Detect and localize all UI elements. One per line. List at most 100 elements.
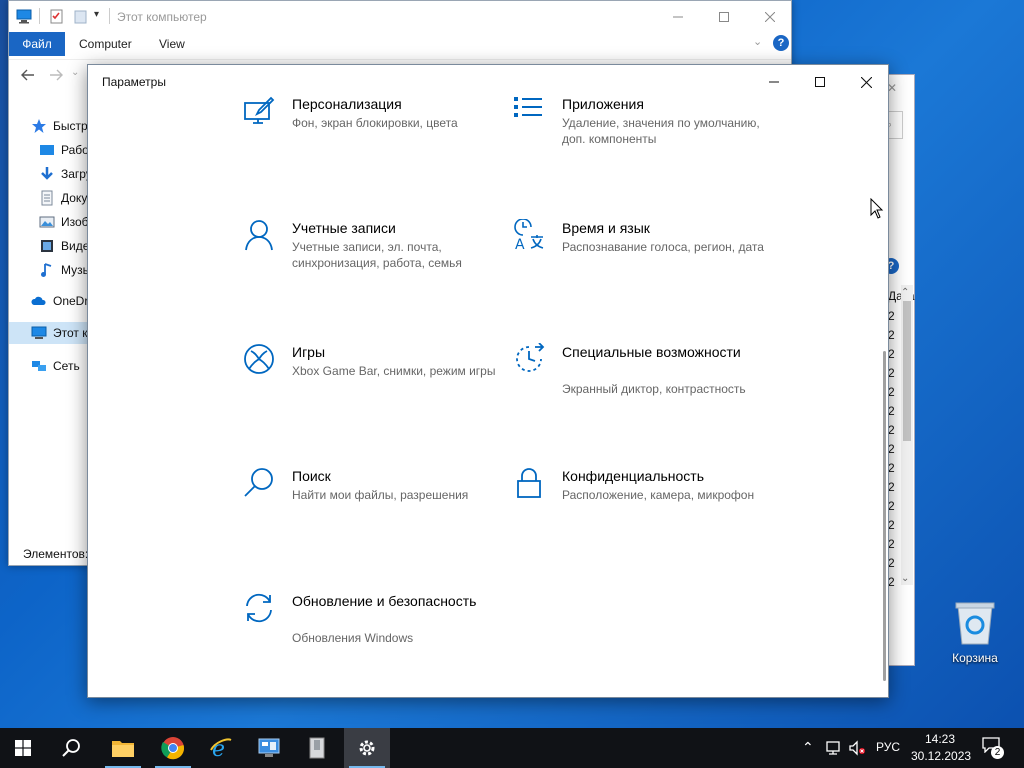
date-cell: 2: [888, 423, 895, 437]
divider: [39, 8, 40, 24]
settings-scrollbar[interactable]: [883, 351, 886, 681]
properties-icon[interactable]: [49, 9, 65, 24]
close-button[interactable]: [747, 1, 793, 32]
help-icon[interactable]: ?: [773, 35, 789, 51]
date-cell: 2: [888, 328, 895, 342]
document-icon: [41, 190, 53, 206]
search-button[interactable]: [49, 728, 95, 768]
taskbar-internet-explorer[interactable]: e: [198, 728, 244, 768]
accounts-icon: [245, 220, 273, 251]
recent-locations-icon[interactable]: ⌄: [71, 67, 79, 78]
settings-tile-privacy[interactable]: Конфиденциальность Расположение, камера,…: [513, 467, 754, 527]
taskbar: e ⌃ РУС 14:23 30.12.2023 2: [0, 728, 1024, 768]
date-cell: 2: [888, 366, 895, 380]
start-button[interactable]: [0, 728, 46, 768]
svg-text:A: A: [515, 237, 525, 251]
clock-time[interactable]: 14:23: [925, 732, 955, 746]
taskbar-archiver[interactable]: [294, 728, 340, 768]
tile-description: Расположение, камера, микрофон: [562, 488, 755, 502]
settings-tile-update-security[interactable]: Обновление и безопасность Обновления Win…: [243, 592, 483, 652]
scrollbar[interactable]: ⌃ ⌄: [901, 285, 913, 585]
windows-logo-icon: [15, 740, 31, 756]
tab-computer[interactable]: Computer: [79, 37, 132, 51]
new-folder-icon[interactable]: [73, 9, 89, 24]
desktop-icon-recycle-bin[interactable]: Корзина: [942, 600, 1008, 665]
settings-tile-time-language[interactable]: A Время и язык Распознавание голоса, рег…: [513, 219, 764, 279]
minimize-icon: [673, 16, 683, 17]
scroll-up-icon[interactable]: ⌃: [901, 287, 909, 298]
computer-icon: [31, 326, 47, 339]
settings-tile-accessibility[interactable]: Специальные возможности Экранный диктор,…: [513, 343, 753, 421]
clock-date[interactable]: 30.12.2023: [911, 749, 971, 763]
settings-tile-personalization[interactable]: Персонализация Фон, экран блокировки, цв…: [243, 95, 483, 155]
tile-description: Учетные записи, эл. почта, синхронизация…: [292, 240, 462, 270]
settings-title: Параметры: [102, 75, 166, 89]
date-cell: 2: [888, 518, 895, 532]
tile-name: Конфиденциальность: [562, 468, 705, 484]
explorer-title: Этот компьютер: [117, 10, 207, 24]
tab-file[interactable]: Файл: [9, 32, 65, 56]
explorer-titlebar[interactable]: ▾ Этот компьютер: [9, 1, 791, 32]
show-hidden-icons-chevron-icon[interactable]: ⌃: [802, 739, 814, 756]
input-language-indicator[interactable]: РУС: [876, 740, 900, 754]
control-panel-icon: [258, 738, 280, 757]
cloud-icon: [31, 296, 46, 305]
settings-tile-accounts[interactable]: Учетные записи Учетные записи, эл. почта…: [243, 219, 483, 279]
date-cell: 2: [888, 575, 895, 589]
date-cell: 2: [888, 480, 895, 494]
close-button[interactable]: [843, 65, 889, 99]
ribbon-tabs: Файл Computer View ⌄ ?: [9, 32, 791, 56]
settings-tile-gaming[interactable]: Игры Xbox Game Bar, снимки, режим игры: [243, 343, 495, 403]
taskbar-file-explorer[interactable]: [100, 728, 146, 768]
folder-icon: [112, 741, 134, 757]
tile-name: Время и язык: [562, 220, 650, 236]
maximize-icon: [719, 11, 729, 22]
minimize-icon: [769, 81, 779, 83]
date-cell: 2: [888, 442, 895, 456]
desktop-icon-label: Корзина: [952, 651, 998, 665]
notification-center-button[interactable]: 2: [982, 737, 1004, 759]
settings-window[interactable]: Параметры Персонализация Фон, экран блок…: [87, 64, 889, 698]
minimize-button[interactable]: [751, 65, 797, 99]
maximize-button[interactable]: [701, 1, 747, 32]
date-cell: 2: [888, 537, 895, 551]
forward-arrow-icon[interactable]: [49, 69, 63, 81]
scroll-down-icon[interactable]: ⌄: [901, 573, 909, 584]
tile-name: Игры: [292, 344, 326, 360]
maximize-icon: [815, 77, 825, 87]
tile-description: Экранный диктор, контрастность: [562, 382, 746, 396]
tile-description: Xbox Game Bar, снимки, режим игры: [292, 364, 496, 378]
settings-tile-apps[interactable]: Приложения Удаление, значения по умолчан…: [513, 95, 760, 155]
maximize-button[interactable]: [797, 65, 843, 99]
taskbar-settings[interactable]: [344, 728, 390, 768]
music-icon: [41, 263, 52, 277]
scroll-thumb[interactable]: [903, 301, 911, 441]
back-arrow-icon[interactable]: [21, 69, 35, 81]
nav-item-this-pc[interactable]: Этот компьютер: [9, 322, 89, 344]
taskbar-chrome[interactable]: [150, 728, 196, 768]
video-icon: [41, 240, 53, 252]
desktop-icon: [40, 145, 54, 155]
tile-name: Специальные возможности: [562, 344, 741, 360]
ribbon-expand-icon[interactable]: ⌄: [753, 35, 762, 48]
search-icon: [62, 739, 80, 757]
tile-description: Обновления Windows: [292, 631, 414, 645]
search-icon: [244, 468, 273, 497]
taskbar-control-panel[interactable]: [246, 728, 292, 768]
update-icon: [246, 593, 272, 623]
tab-view[interactable]: View: [159, 37, 185, 51]
star-icon: [32, 119, 46, 133]
apps-icon: [514, 97, 542, 117]
volume-muted-icon[interactable]: [848, 740, 866, 756]
settings-tile-search[interactable]: Поиск Найти мои файлы, разрешения: [243, 467, 483, 527]
minimize-button[interactable]: [655, 1, 701, 32]
download-icon: [41, 167, 53, 180]
tile-name: Персонализация: [292, 96, 402, 112]
chrome-icon: [161, 737, 185, 760]
date-cell: 2: [888, 556, 895, 570]
quick-access-dropdown-icon[interactable]: ▾: [94, 9, 99, 20]
network-icon[interactable]: [824, 740, 842, 756]
tile-description: Удаление, значения по умолчанию, доп. ко…: [562, 116, 760, 146]
date-cell: 2: [888, 309, 895, 323]
personalization-icon: [244, 96, 275, 124]
